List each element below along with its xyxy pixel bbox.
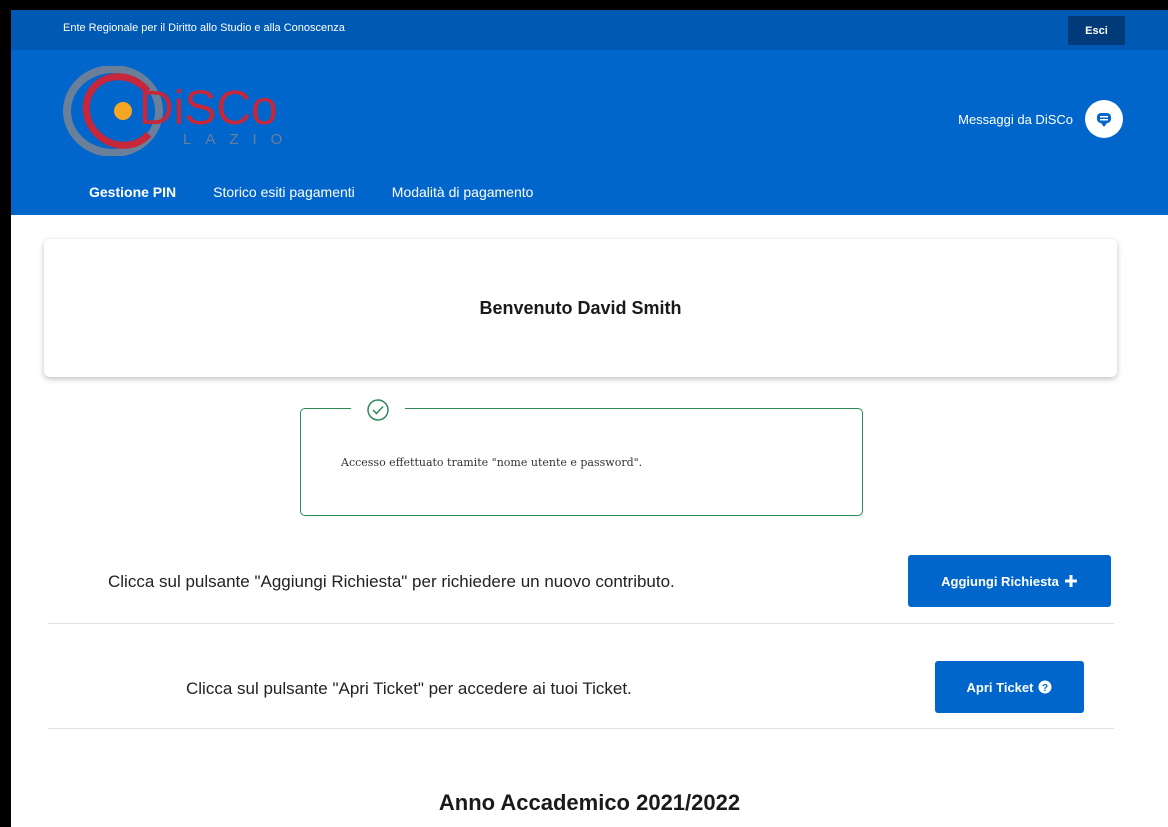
esci-button[interactable]: Esci — [1068, 16, 1125, 45]
messages-button[interactable] — [1085, 100, 1123, 138]
logo-subtext: LAZIO — [183, 131, 293, 148]
header: DiSCo LAZIO Messaggi da DiSCo Gestione P… — [11, 50, 1168, 215]
ente-label: Ente Regionale per il Diritto allo Studi… — [63, 22, 345, 34]
divider — [48, 623, 1114, 624]
apri-ticket-button[interactable]: Apri Ticket ? — [935, 661, 1084, 713]
aggiungi-richiesta-label: Aggiungi Richiesta — [941, 573, 1059, 589]
disco-lazio-logo[interactable]: DiSCo LAZIO — [63, 66, 293, 156]
message-icon — [1097, 113, 1111, 127]
messages-label: Messaggi da DiSCo — [958, 111, 1073, 127]
page: Ente Regionale per il Diritto allo Studi… — [11, 10, 1168, 827]
check-circle-icon — [351, 397, 405, 423]
logo-text: DiSCo — [139, 82, 278, 135]
notice-text: Accesso effettuato tramite "nome utente … — [341, 456, 643, 469]
apri-ticket-label: Apri Ticket — [966, 679, 1034, 695]
nav-gestione-pin[interactable]: Gestione PIN — [89, 184, 176, 200]
plus-icon — [1064, 575, 1077, 587]
main-nav: Gestione PIN Storico esiti pagamenti Mod… — [89, 184, 533, 200]
svg-text:?: ? — [1042, 683, 1048, 694]
messages-link[interactable]: Messaggi da DiSCo — [958, 100, 1123, 138]
anno-accademico-title: Anno Accademico 2021/2022 — [438, 790, 741, 815]
top-bar: Ente Regionale per il Diritto allo Studi… — [11, 10, 1168, 50]
nav-modalita-pagamento[interactable]: Modalità di pagamento — [392, 184, 534, 200]
nav-storico-esiti-pagamenti[interactable]: Storico esiti pagamenti — [213, 184, 355, 200]
richiesta-instruction: Clicca sul pulsante "Aggiungi Richiesta"… — [108, 572, 675, 591]
login-notice: Accesso effettuato tramite "nome utente … — [300, 397, 863, 516]
question-circle-icon: ? — [1038, 680, 1052, 694]
divider — [48, 728, 1114, 729]
ticket-instruction: Clicca sul pulsante "Apri Ticket" per ac… — [186, 679, 632, 698]
welcome-title: Benvenuto David Smith — [479, 297, 682, 318]
welcome-card: Benvenuto David Smith — [44, 239, 1117, 377]
aggiungi-richiesta-button[interactable]: Aggiungi Richiesta — [908, 555, 1111, 607]
